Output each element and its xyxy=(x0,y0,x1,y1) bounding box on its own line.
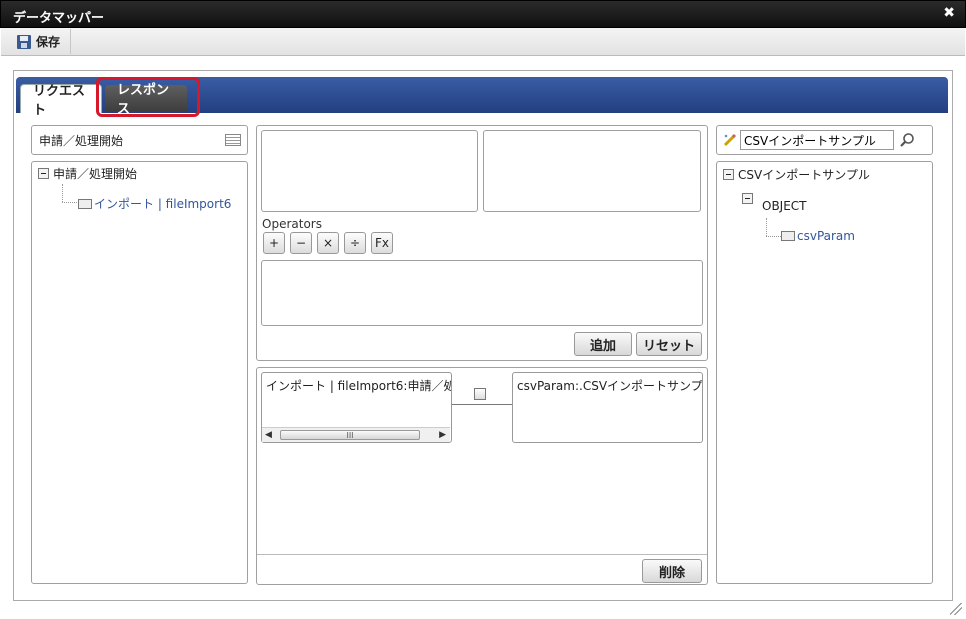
source-selector[interactable]: 申請／処理開始 xyxy=(31,125,248,155)
mapping-divider xyxy=(257,554,707,555)
operator-plus-button[interactable]: + xyxy=(263,232,285,254)
expression-right-box[interactable] xyxy=(483,130,701,212)
expression-textarea[interactable] xyxy=(261,260,703,326)
tab-response[interactable]: レスポンス xyxy=(105,83,187,117)
operators-label: Operators xyxy=(262,217,322,231)
expression-left-box[interactable] xyxy=(261,130,478,212)
operator-minus-button[interactable]: − xyxy=(290,232,312,254)
pencil-icon[interactable] xyxy=(723,133,737,147)
collapse-icon[interactable] xyxy=(38,168,49,179)
window-titlebar: データマッパー ✖ xyxy=(0,0,966,28)
tree-connector xyxy=(766,218,767,236)
save-button-label: 保存 xyxy=(36,35,61,49)
add-button[interactable]: 追加 xyxy=(574,332,632,356)
target-tree-root[interactable]: CSVインポートサンプル xyxy=(723,166,870,183)
target-tree-item-label: csvParam xyxy=(797,229,855,243)
target-tree-panel xyxy=(716,161,933,584)
target-tree-object-row: OBJECT xyxy=(762,199,807,213)
mapping-target-box[interactable]: csvParam:.CSVインポートサンプル xyxy=(512,372,703,443)
source-tree-item[interactable]: インポート | fileImport6 xyxy=(78,195,231,212)
tree-connector xyxy=(62,202,77,203)
source-tree-root-label: 申請／処理開始 xyxy=(53,167,138,181)
source-tree-root[interactable]: 申請／処理開始 xyxy=(38,165,137,182)
target-tree-object-label: OBJECT xyxy=(762,199,807,213)
scroll-thumb[interactable]: III xyxy=(280,430,420,440)
scroll-right-icon[interactable]: ▶ xyxy=(439,430,446,440)
collapse-icon[interactable] xyxy=(742,193,753,204)
folder-icon xyxy=(781,231,795,241)
mapping-target-label: csvParam:.CSVインポートサンプル xyxy=(517,379,703,393)
target-tree-item[interactable]: csvParam xyxy=(781,229,855,243)
list-icon[interactable] xyxy=(225,134,241,146)
tree-connector xyxy=(62,184,63,202)
toolbar: 保存 xyxy=(1,28,965,56)
resize-grip-icon[interactable] xyxy=(950,603,962,615)
operator-fx-button[interactable]: Fx xyxy=(371,232,393,254)
source-selector-label: 申請／処理開始 xyxy=(39,133,124,148)
mapping-checkbox[interactable] xyxy=(474,388,486,400)
collapse-icon[interactable] xyxy=(723,169,734,180)
save-button[interactable]: 保存 xyxy=(9,29,72,54)
horizontal-scrollbar[interactable]: ◀ III ▶ xyxy=(262,427,450,442)
tab-request[interactable]: リクエスト xyxy=(20,84,102,118)
mapping-source-label: インポート | fileImport6:申請／処理開始 xyxy=(266,379,451,393)
close-icon[interactable]: ✖ xyxy=(943,5,955,21)
tab-request-label: リクエスト xyxy=(33,84,86,118)
tab-bar: リクエスト レスポンス xyxy=(16,77,948,118)
operator-multiply-button[interactable]: × xyxy=(317,232,339,254)
window-title: データマッパー xyxy=(13,11,105,26)
folder-icon xyxy=(78,198,92,209)
target-tree-object[interactable] xyxy=(742,193,757,204)
tree-connector xyxy=(766,236,781,237)
floppy-disk-icon xyxy=(17,34,31,49)
source-tree-panel xyxy=(31,161,248,584)
delete-button[interactable]: 削除 xyxy=(642,559,702,583)
source-tree-item-label: インポート | fileImport6 xyxy=(94,197,232,211)
mapping-connector-line xyxy=(452,404,512,405)
operator-divide-button[interactable]: ÷ xyxy=(344,232,366,254)
scroll-left-icon[interactable]: ◀ xyxy=(265,430,272,440)
tab-response-label: レスポンス xyxy=(117,83,170,117)
target-search-input[interactable] xyxy=(740,130,894,150)
target-tree-root-label: CSVインポートサンプル xyxy=(738,168,870,182)
search-icon[interactable] xyxy=(899,132,915,148)
reset-button[interactable]: リセット xyxy=(636,332,702,356)
